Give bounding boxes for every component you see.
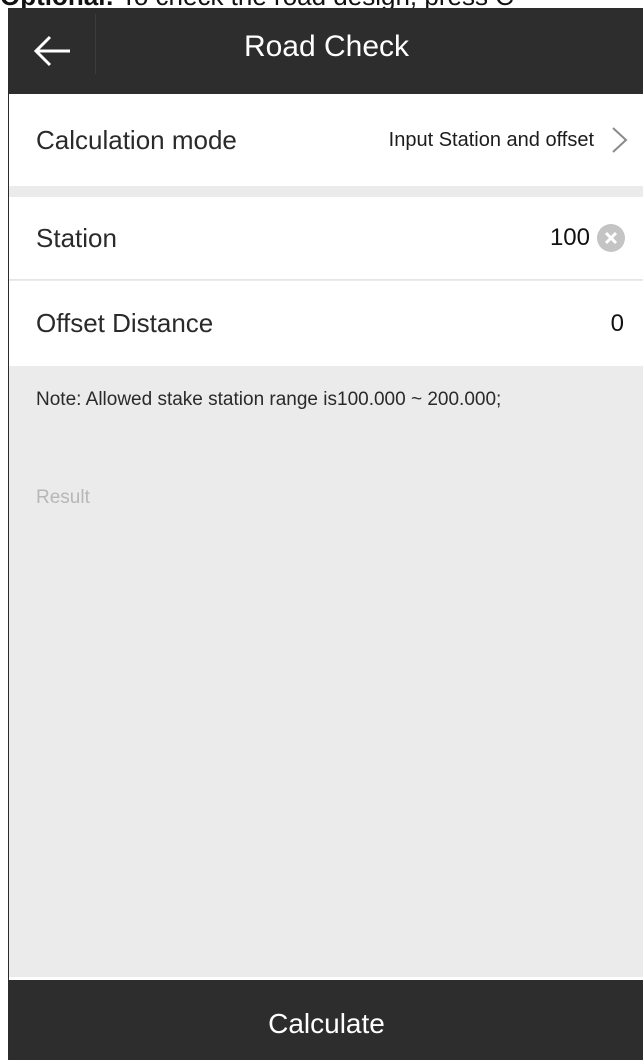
calculation-mode-value: Input Station and offset — [388, 128, 594, 151]
calculation-mode-row[interactable]: Calculation mode Input Station and offse… — [9, 94, 643, 186]
page-title: Road Check — [243, 30, 410, 63]
calculation-mode-label: Calculation mode — [36, 124, 237, 155]
app-bar: Road Check — [9, 8, 643, 94]
offset-distance-label: Offset Distance — [36, 308, 214, 338]
offset-distance-input[interactable]: 0 — [611, 310, 643, 338]
result-label: Result — [36, 487, 90, 508]
offset-distance-value: 0 — [610, 309, 624, 337]
station-input[interactable]: 100 — [550, 223, 643, 253]
station-value: 100 — [549, 224, 590, 251]
station-label: Station — [36, 222, 117, 253]
clear-icon[interactable] — [596, 223, 626, 253]
station-row[interactable]: Station 100 — [9, 197, 643, 280]
calculation-mode-selector[interactable]: Input Station and offset — [389, 125, 643, 155]
chevron-right-icon — [612, 127, 628, 153]
offset-distance-row[interactable]: Offset Distance 0 — [9, 281, 643, 366]
station-range-note: Note: Allowed stake station range is100.… — [36, 389, 502, 410]
page: Optional: To check the road design, pres… — [0, 0, 643, 1060]
app-screen: Road Check Calculation mode Input Statio… — [8, 8, 643, 1060]
calculate-button[interactable]: Calculate — [9, 980, 643, 1060]
